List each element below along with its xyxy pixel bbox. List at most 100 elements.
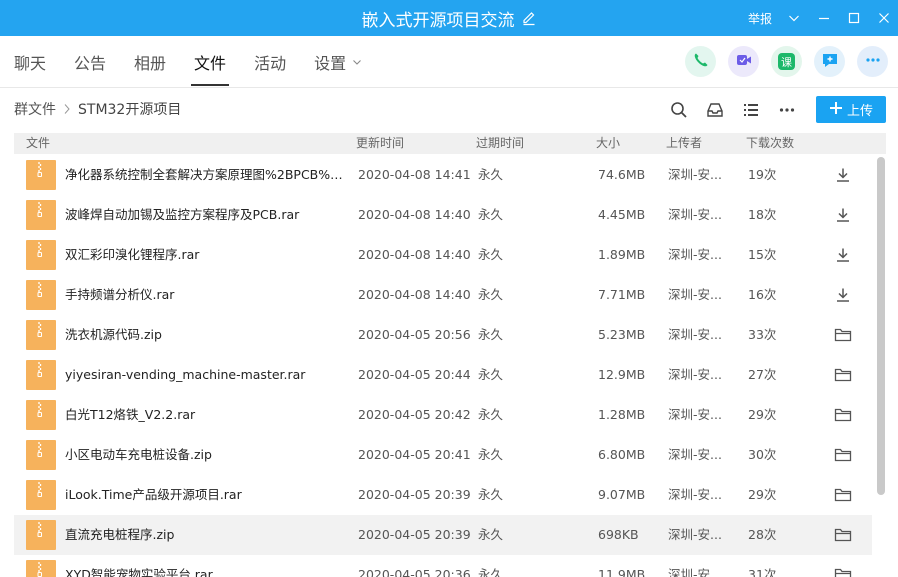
column-header-downloads[interactable]: 下载次数: [746, 133, 794, 154]
report-link[interactable]: 举报: [748, 10, 772, 27]
file-uploader[interactable]: 深圳-安...: [668, 315, 738, 355]
video-call-button[interactable]: [728, 46, 759, 77]
folder-icon[interactable]: [832, 565, 854, 577]
file-name[interactable]: 小区电动车充电桩设备.zip: [65, 435, 349, 475]
table-row[interactable]: 净化器系统控制全套解决方案原理图%2BPCB%2B... 2020-04-08 1…: [14, 155, 872, 195]
table-row[interactable]: XYD智能宠物实验平台.rar 2020-04-05 20:36 永久 11.9MB 深…: [14, 555, 872, 577]
minimize-button[interactable]: [816, 10, 832, 26]
file-download-count: 29次: [748, 407, 777, 422]
folder-icon[interactable]: [832, 365, 854, 385]
class-button[interactable]: 课: [771, 46, 802, 77]
table-row[interactable]: 手持频谱分析仪.rar 2020-04-08 14:40 永久 7.71MB 深圳-安.…: [14, 275, 872, 315]
folder-icon[interactable]: [832, 485, 854, 505]
file-uploader[interactable]: 深圳-安...: [668, 555, 738, 577]
file-name[interactable]: yiyesiran-vending_machine-master.rar: [65, 355, 349, 395]
table-row[interactable]: 波峰焊自动加锡及监控方案程序及PCB.rar 2020-04-08 14:40 永久…: [14, 195, 872, 235]
download-icon[interactable]: [832, 285, 854, 305]
tab-chat[interactable]: 聊天: [14, 36, 46, 88]
new-message-button[interactable]: [814, 46, 845, 77]
file-expire-time: 永久: [478, 407, 504, 422]
column-header-expire[interactable]: 过期时间: [476, 133, 524, 154]
file-expire-time: 永久: [478, 487, 504, 502]
file-uploader[interactable]: 深圳-安...: [668, 475, 738, 515]
tab-settings[interactable]: 设置: [314, 36, 362, 88]
scrollbar-thumb[interactable]: [877, 157, 885, 495]
close-button[interactable]: [876, 10, 892, 26]
folder-icon[interactable]: [832, 405, 854, 425]
tab-album[interactable]: 相册: [134, 36, 166, 88]
video-call-icon: [735, 51, 753, 73]
file-uploader[interactable]: 深圳-安...: [668, 235, 738, 275]
inbox-icon[interactable]: [704, 99, 726, 121]
upload-button[interactable]: 上传: [816, 96, 886, 123]
file-expire-time: 永久: [478, 167, 504, 182]
file-size: 9.07MB: [598, 487, 646, 502]
archive-file-icon: [26, 400, 56, 430]
breadcrumb-bar: 群文件 STM32开源项目 上传: [0, 89, 898, 129]
table-row[interactable]: yiyesiran-vending_machine-master.rar 2020…: [14, 355, 872, 395]
column-header-updated[interactable]: 更新时间: [356, 133, 404, 154]
tab-chat-label: 聊天: [14, 54, 47, 73]
download-icon[interactable]: [832, 165, 854, 185]
breadcrumb: 群文件 STM32开源项目: [14, 89, 181, 129]
file-uploader[interactable]: 深圳-安...: [668, 195, 738, 235]
more-button[interactable]: [857, 46, 888, 77]
list-view-icon[interactable]: [740, 99, 762, 121]
column-header-uploader[interactable]: 上传者: [666, 133, 702, 154]
file-expire-time: 永久: [478, 247, 504, 262]
window-title: 嵌入式开源项目交流: [361, 10, 515, 31]
file-uploader[interactable]: 深圳-安...: [668, 275, 738, 315]
column-header-file[interactable]: 文件: [26, 133, 50, 154]
file-size: 7.71MB: [598, 287, 646, 302]
file-uploader[interactable]: 深圳-安...: [668, 395, 738, 435]
file-name[interactable]: 直流充电桩程序.zip: [65, 515, 349, 555]
file-toolbar: 上传: [668, 96, 886, 123]
chevron-down-icon: [352, 57, 362, 67]
table-row[interactable]: 小区电动车充电桩设备.zip 2020-04-05 20:41 永久 6.80MB 深圳…: [14, 435, 872, 475]
file-name[interactable]: 双汇彩印溴化锂程序.rar: [65, 235, 349, 275]
file-name[interactable]: XYD智能宠物实验平台.rar: [65, 555, 349, 577]
scrollbar[interactable]: [876, 155, 886, 577]
file-uploader[interactable]: 深圳-安...: [668, 155, 738, 195]
tab-announcement[interactable]: 公告: [74, 36, 106, 88]
file-download-count: 16次: [748, 287, 777, 302]
archive-file-icon: [26, 320, 56, 350]
file-uploader[interactable]: 深圳-安...: [668, 515, 738, 555]
tab-files[interactable]: 文件: [191, 36, 230, 88]
file-name[interactable]: 白光T12烙铁_V2.2.rar: [65, 395, 349, 435]
file-updated-time: 2020-04-05 20:39: [358, 487, 471, 502]
table-row[interactable]: 白光T12烙铁_V2.2.rar 2020-04-05 20:42 永久 1.28MB…: [14, 395, 872, 435]
file-uploader[interactable]: 深圳-安...: [668, 355, 738, 395]
file-name[interactable]: 波峰焊自动加锡及监控方案程序及PCB.rar: [65, 195, 349, 235]
breadcrumb-root[interactable]: 群文件: [14, 99, 56, 119]
table-row[interactable]: iLook.Time产品级开源项目.rar 2020-04-05 20:39 永久 9…: [14, 475, 872, 515]
search-icon[interactable]: [668, 99, 690, 121]
pencil-icon[interactable]: [521, 10, 537, 26]
download-icon[interactable]: [832, 245, 854, 265]
folder-icon[interactable]: [832, 325, 854, 345]
file-download-count: 33次: [748, 327, 777, 342]
table-row[interactable]: 直流充电桩程序.zip 2020-04-05 20:39 永久 698KB 深圳-安..…: [14, 515, 872, 555]
file-uploader[interactable]: 深圳-安...: [668, 435, 738, 475]
folder-icon[interactable]: [832, 525, 854, 545]
table-row[interactable]: 双汇彩印溴化锂程序.rar 2020-04-08 14:40 永久 1.89MB 深圳-…: [14, 235, 872, 275]
maximize-button[interactable]: [846, 10, 862, 26]
download-icon[interactable]: [832, 205, 854, 225]
tab-activity[interactable]: 活动: [254, 36, 286, 88]
file-name[interactable]: 净化器系统控制全套解决方案原理图%2BPCB%2B...: [65, 155, 349, 195]
folder-icon[interactable]: [832, 445, 854, 465]
table-row[interactable]: 洗衣机源代码.zip 2020-04-05 20:56 永久 5.23MB 深圳-安..…: [14, 315, 872, 355]
file-download-count: 31次: [748, 567, 777, 577]
file-name[interactable]: iLook.Time产品级开源项目.rar: [65, 475, 349, 515]
chevron-right-icon: [62, 103, 72, 115]
file-expire-time: 永久: [478, 447, 504, 462]
file-updated-time: 2020-04-05 20:41: [358, 447, 471, 462]
collapse-chevron-icon[interactable]: [786, 10, 802, 26]
file-name[interactable]: 手持频谱分析仪.rar: [65, 275, 349, 315]
column-header-size[interactable]: 大小: [596, 133, 620, 154]
file-updated-time: 2020-04-05 20:42: [358, 407, 471, 422]
file-name[interactable]: 洗衣机源代码.zip: [65, 315, 349, 355]
phone-call-button[interactable]: [685, 46, 716, 77]
table-header: 文件 更新时间 过期时间 大小 上传者 下载次数: [14, 133, 886, 154]
more-dots-icon[interactable]: [776, 99, 798, 121]
